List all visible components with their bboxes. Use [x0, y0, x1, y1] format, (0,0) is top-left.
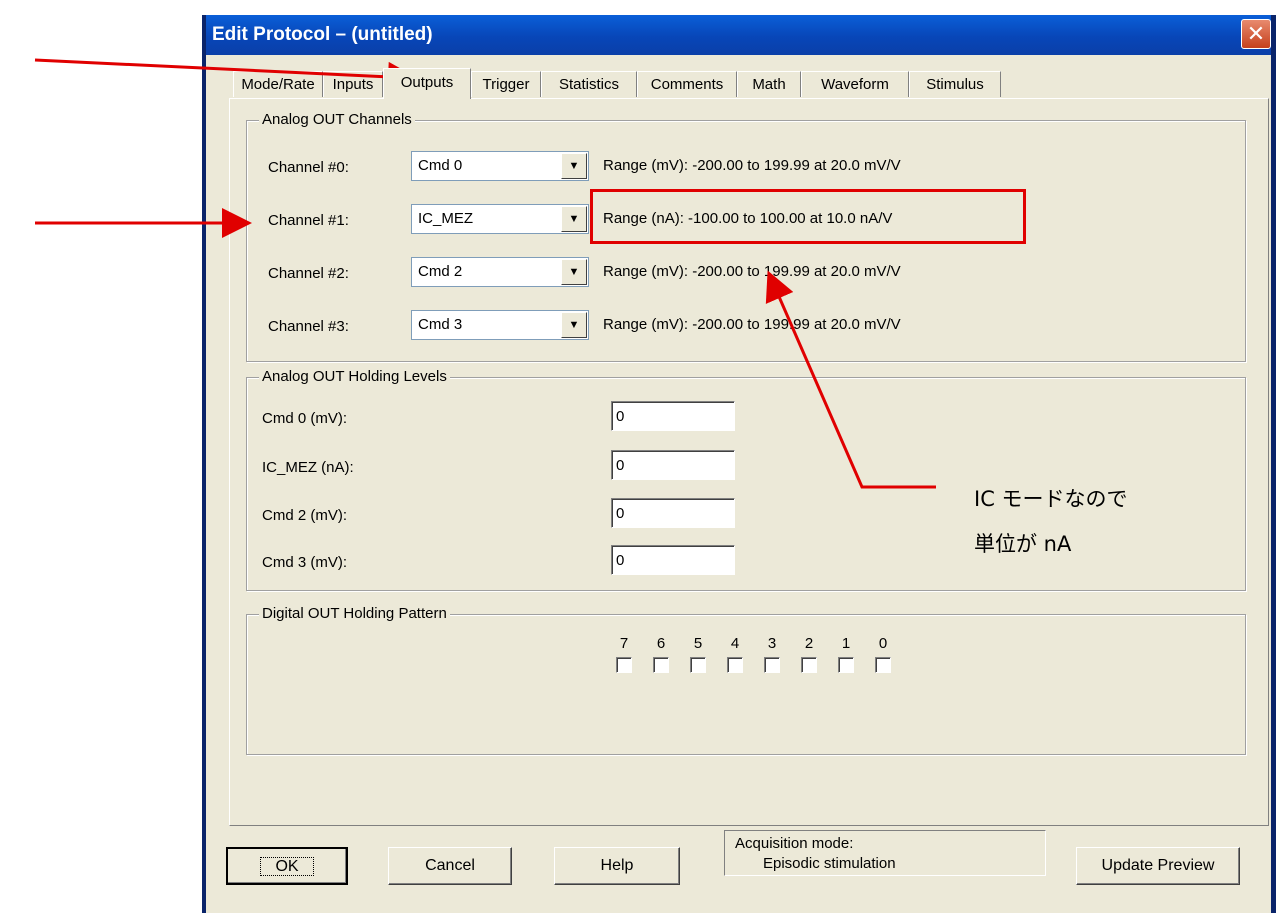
annotation-arrows: [34, 58, 936, 489]
annotation-line1: IC モードなので: [974, 487, 1128, 511]
tab-outputs[interactable]: Outputs: [383, 68, 471, 99]
annotation-line2: 単位が nA: [974, 532, 1072, 556]
arrow-to-range-unit: [765, 270, 936, 489]
arrow-to-outputs-tab: [34, 58, 418, 92]
